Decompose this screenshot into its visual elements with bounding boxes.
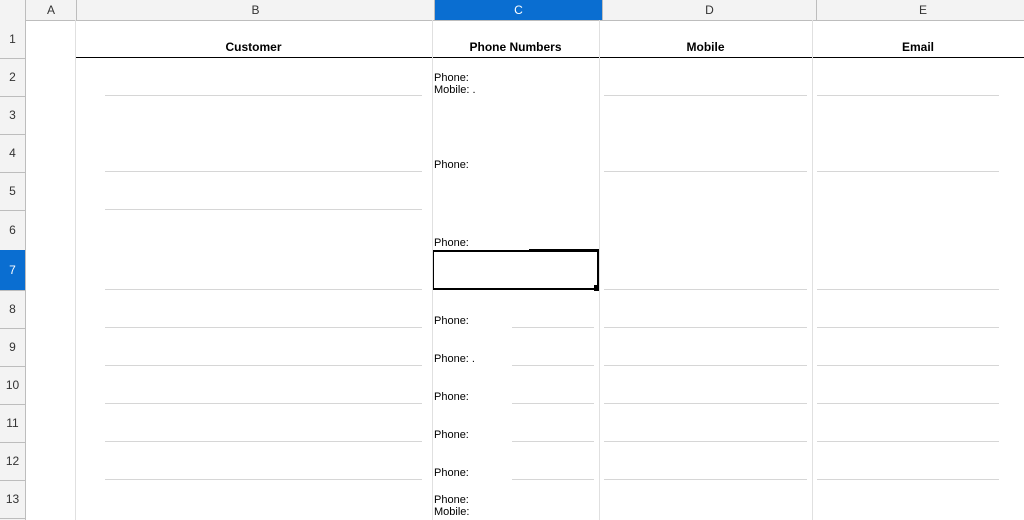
column-header-C[interactable]: C (435, 0, 603, 20)
header-email[interactable]: Email (812, 20, 1024, 58)
cell-text[interactable]: Phone: (434, 391, 469, 403)
row-header-3[interactable]: 3 (0, 96, 25, 135)
row-underline (817, 479, 999, 480)
cell-text[interactable]: Phone: (434, 467, 469, 479)
row-underline (817, 403, 999, 404)
gridline (75, 20, 76, 520)
cell-text[interactable]: Phone: (434, 429, 469, 441)
row-underline (105, 209, 422, 210)
row-header-10[interactable]: 10 (0, 366, 25, 405)
row-underline (604, 403, 807, 404)
row-underline (604, 365, 807, 366)
gridline (599, 20, 600, 520)
active-cell-selection[interactable] (432, 250, 599, 290)
row-header-12[interactable]: 12 (0, 442, 25, 481)
row-underline (105, 95, 422, 96)
row-underline (512, 403, 594, 404)
row-underline (105, 403, 422, 404)
row-underline (604, 171, 807, 172)
row-underline (604, 95, 807, 96)
row-header-7[interactable]: 7 (0, 250, 25, 291)
gridline (432, 20, 433, 520)
header-mobile[interactable]: Mobile (599, 20, 812, 58)
row-header-4[interactable]: 4 (0, 134, 25, 173)
row-header-11[interactable]: 11 (0, 404, 25, 443)
row-header-13[interactable]: 13 (0, 480, 25, 519)
row-underline (512, 441, 594, 442)
row-underline (817, 441, 999, 442)
column-header-D[interactable]: D (603, 0, 817, 20)
row-underline (512, 365, 594, 366)
row-underline (604, 289, 807, 290)
grid-area[interactable]: Customer Phone Numbers Mobile Email Phon… (25, 20, 1024, 520)
selection-edge (529, 249, 599, 250)
row-header-1[interactable]: 1 (0, 20, 25, 59)
cell-text[interactable]: Phone: Mobile: . (434, 72, 476, 96)
row-underline (604, 479, 807, 480)
row-underline (105, 365, 422, 366)
select-all-corner[interactable] (0, 0, 26, 20)
cell-text[interactable]: Phone: (434, 237, 469, 249)
row-underline (817, 327, 999, 328)
row-underline (105, 327, 422, 328)
cell-text[interactable]: Phone: Mobile: (434, 494, 469, 518)
row-underline (817, 95, 999, 96)
row-header-bar: 12345678910111213 (0, 20, 26, 520)
column-header-E[interactable]: E (817, 0, 1024, 20)
row-underline (817, 289, 999, 290)
row-underline (105, 441, 422, 442)
row-underline (604, 327, 807, 328)
row-underline (817, 365, 999, 366)
row-underline (512, 327, 594, 328)
row-underline (105, 479, 422, 480)
row-header-8[interactable]: 8 (0, 290, 25, 329)
row-underline (512, 479, 594, 480)
row-underline (105, 289, 422, 290)
row-underline (817, 171, 999, 172)
column-header-bar: ABCDE (0, 0, 1024, 21)
cell-text[interactable]: Phone: . (434, 353, 475, 365)
row-underline (604, 441, 807, 442)
header-phone-numbers[interactable]: Phone Numbers (432, 20, 599, 58)
row-header-6[interactable]: 6 (0, 210, 25, 251)
spreadsheet: ABCDE 12345678910111213 Customer Phone N… (0, 0, 1024, 520)
row-header-5[interactable]: 5 (0, 172, 25, 211)
header-customer[interactable]: Customer (75, 20, 432, 58)
cell-text[interactable]: Phone: (434, 159, 469, 171)
column-header-B[interactable]: B (77, 0, 435, 20)
row-header-2[interactable]: 2 (0, 58, 25, 97)
gridline (812, 20, 813, 520)
row-header-9[interactable]: 9 (0, 328, 25, 367)
row-underline (105, 171, 422, 172)
column-header-A[interactable]: A (26, 0, 77, 20)
cell-text[interactable]: Phone: (434, 315, 469, 327)
